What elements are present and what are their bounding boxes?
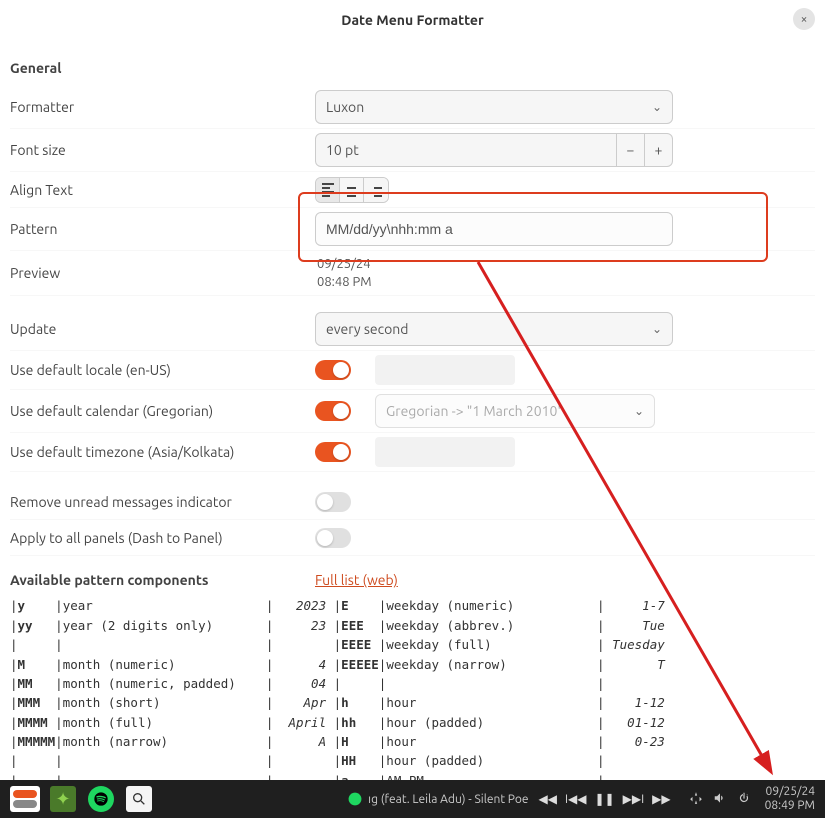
volume-icon[interactable] <box>713 791 727 808</box>
preview-value: 09/25/2408:48 PM <box>315 255 673 291</box>
now-playing-text: ıg (feat. Leila Adu) - Silent Poe‎ <box>368 793 528 806</box>
fontsize-increment[interactable]: + <box>645 133 673 167</box>
align-left-button[interactable] <box>316 178 340 202</box>
media-controls: ◀◀ I◀◀ ❚❚ ▶▶I ▶▶ <box>539 792 671 806</box>
network-icon[interactable] <box>689 791 703 808</box>
magnifier-icon <box>126 786 152 812</box>
calendar-disabled-select: Gregorian -> "1 March 2010" ⌄ <box>375 394 655 428</box>
formatter-select[interactable]: Luxon ⌄ <box>315 90 673 124</box>
next-button[interactable]: ▶▶I <box>623 792 645 806</box>
timezone-toggle[interactable] <box>315 442 351 462</box>
taskbar-app-spotify[interactable] <box>82 784 120 814</box>
rewind-button[interactable]: ◀◀ <box>539 792 557 806</box>
timezone-label: Use default timezone (Asia/Kolkata) <box>10 444 315 460</box>
update-label: Update <box>10 321 315 337</box>
taskbar-app-magnifier[interactable] <box>120 784 158 814</box>
taskbar-app-toggles[interactable] <box>6 784 44 814</box>
pattern-reference-table: |y |year | 2023 |E |weekday (numeric) | … <box>10 596 815 780</box>
timezone-disabled-field <box>375 437 515 467</box>
preview-label: Preview <box>10 265 315 281</box>
update-value: every second <box>326 321 408 337</box>
align-center-icon <box>346 183 358 197</box>
locale-toggle[interactable] <box>315 360 351 380</box>
taskbar-app-extensions[interactable]: ✦ <box>44 784 82 814</box>
update-select[interactable]: every second ⌄ <box>315 312 673 346</box>
section-general: General <box>10 60 815 76</box>
taskbar-clock[interactable]: 09/25/24 08:49 PM <box>765 785 819 814</box>
chevron-down-icon: ⌄ <box>652 100 662 114</box>
page-title: Date Menu Formatter <box>341 12 484 28</box>
available-components-label: Available pattern components <box>10 572 315 588</box>
fontsize-value: 10 pt <box>315 133 617 167</box>
remove-unread-label: Remove unread messages indicator <box>10 494 315 510</box>
puzzle-icon: ✦ <box>50 786 76 812</box>
apply-all-toggle[interactable] <box>315 528 351 548</box>
spotify-icon <box>88 786 114 812</box>
align-left-icon <box>322 183 334 197</box>
formatter-label: Formatter <box>10 99 315 115</box>
pattern-input[interactable] <box>315 212 673 246</box>
locale-label: Use default locale (en-US) <box>10 362 315 378</box>
toggle-app-icon <box>10 786 40 812</box>
fontsize-label: Font size <box>10 142 315 158</box>
spotify-small-icon <box>348 792 362 806</box>
align-right-button[interactable] <box>364 178 388 202</box>
locale-disabled-field <box>375 355 515 385</box>
calendar-toggle[interactable] <box>315 401 351 421</box>
full-list-link[interactable]: Full list (web) <box>315 572 398 588</box>
align-group <box>315 177 389 203</box>
calendar-label: Use default calendar (Gregorian) <box>10 403 315 419</box>
taskbar: ✦ ıg (feat. Leila Adu) - Silent Poe‎ ◀◀ … <box>0 780 825 818</box>
pause-button[interactable]: ❚❚ <box>595 792 615 806</box>
align-center-button[interactable] <box>340 178 364 202</box>
chevron-down-icon: ⌄ <box>634 404 644 418</box>
clock-date: 09/25/24 <box>765 785 815 799</box>
prev-button[interactable]: I◀◀ <box>565 792 587 806</box>
power-icon[interactable] <box>737 791 751 808</box>
clock-time: 08:49 PM <box>765 799 815 813</box>
close-icon: × <box>801 13 808 26</box>
forward-button[interactable]: ▶▶ <box>652 792 670 806</box>
align-label: Align Text <box>10 182 315 198</box>
close-button[interactable]: × <box>793 8 815 30</box>
formatter-value: Luxon <box>326 99 364 115</box>
remove-unread-toggle[interactable] <box>315 492 351 512</box>
align-right-icon <box>370 183 382 197</box>
apply-all-label: Apply to all panels (Dash to Panel) <box>10 530 315 546</box>
pattern-label: Pattern <box>10 221 315 237</box>
fontsize-decrement[interactable]: − <box>617 133 645 167</box>
chevron-down-icon: ⌄ <box>652 322 662 336</box>
fontsize-stepper[interactable]: 10 pt − + <box>315 133 673 167</box>
